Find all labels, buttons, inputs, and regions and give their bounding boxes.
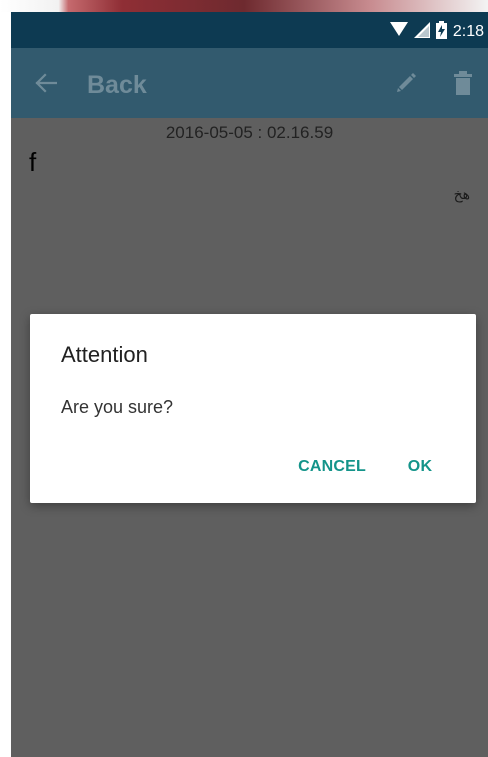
phone-screen: 2:18 Back 2016-05-05 : 02.16.59 f هخ Att… [11, 12, 488, 757]
dialog-title: Attention [61, 342, 148, 367]
edit-icon[interactable] [395, 72, 417, 94]
status-bar: 2:18 [11, 12, 488, 48]
confirm-dialog: Attention Are you sure? CANCEL OK [30, 314, 476, 503]
status-time: 2:18 [452, 23, 484, 40]
dialog-message: Are you sure? [61, 397, 174, 417]
cancel-button[interactable]: CANCEL [289, 448, 375, 486]
app-bar: Back [11, 48, 488, 118]
note-body: هخ [453, 187, 470, 203]
note-date: 2016-05-05 : 02.16.59 [165, 123, 334, 142]
top-strip [0, 0, 488, 12]
wifi-icon [389, 21, 408, 43]
back-button-label[interactable]: Back [87, 71, 147, 99]
back-arrow-icon[interactable] [35, 73, 58, 93]
status-icons: 2:18 [389, 20, 484, 44]
signal-icon [413, 21, 430, 43]
note-title: f [29, 147, 37, 177]
delete-icon[interactable] [454, 71, 472, 95]
ok-button[interactable]: OK [399, 448, 441, 486]
battery-icon [435, 20, 447, 44]
